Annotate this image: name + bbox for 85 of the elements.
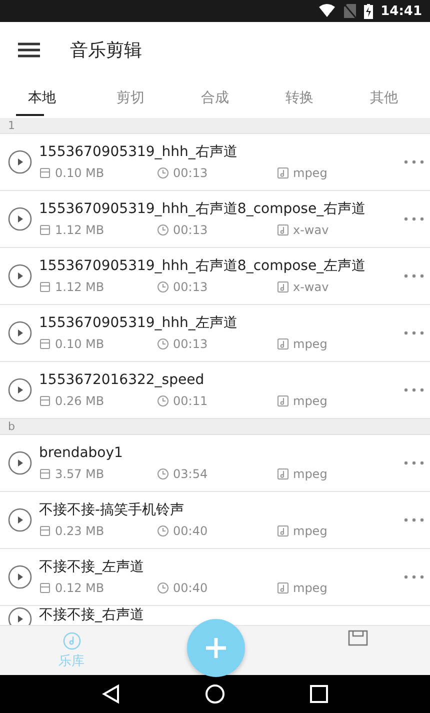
file-icon <box>39 166 51 179</box>
section-letter: 1 <box>8 119 15 132</box>
play-icon[interactable] <box>8 607 32 625</box>
clock-icon <box>157 524 169 537</box>
play-icon[interactable] <box>8 378 32 402</box>
file-format: mpeg <box>293 580 328 595</box>
file-icon <box>39 280 51 293</box>
file-name: 1553670905319_hhh_右声道 <box>39 144 238 161</box>
file-name: 不接不接_左声道 <box>39 559 145 576</box>
tab[interactable]: 转换 <box>257 78 342 118</box>
music-note-icon <box>277 280 289 293</box>
file-name: 1553670905319_hhh_左声道 <box>39 315 238 332</box>
wifi-icon <box>318 4 336 18</box>
file-duration: 00:13 <box>173 222 208 237</box>
file-format: x-wav <box>293 222 329 237</box>
file-size: 0.12 MB <box>55 580 104 595</box>
menu-icon[interactable] <box>18 42 40 58</box>
play-icon[interactable] <box>8 264 32 288</box>
music-note-icon <box>277 582 289 594</box>
file-name: 1553670905319_hhh_右声道8_compose_右声道 <box>39 201 367 218</box>
music-note-icon <box>277 394 289 407</box>
clock-icon <box>157 166 169 179</box>
music-note-icon <box>277 524 289 537</box>
file-format: mpeg <box>293 466 328 481</box>
file-duration: 00:13 <box>173 166 208 180</box>
file-duration: 00:13 <box>173 336 208 351</box>
clock-icon <box>157 582 169 594</box>
file-duration: 03:54 <box>173 466 208 481</box>
play-icon[interactable] <box>8 451 32 475</box>
play-icon[interactable] <box>8 565 32 589</box>
play-icon[interactable] <box>8 321 32 345</box>
clock-icon <box>157 338 169 350</box>
file-duration: 00:13 <box>173 280 208 294</box>
tab[interactable]: 剪切 <box>88 78 173 118</box>
clock-icon <box>157 468 169 480</box>
music-note-icon <box>277 468 289 480</box>
section-letter: b <box>8 420 15 433</box>
file-name: 1553670905319_hhh_右声道8_compose_左声道 <box>39 258 367 275</box>
home-icon[interactable] <box>204 684 225 704</box>
file-icon <box>39 224 51 236</box>
recents-icon[interactable] <box>310 685 328 703</box>
app-title: 音乐剪辑 <box>70 39 142 62</box>
play-icon[interactable] <box>8 508 32 532</box>
back-icon[interactable] <box>102 684 120 704</box>
file-format: mpeg <box>293 394 328 408</box>
battery-charging-icon <box>364 4 373 18</box>
music-disc-icon <box>62 632 81 650</box>
music-note-icon <box>277 166 289 179</box>
file-size: 0.23 MB <box>55 524 104 538</box>
file-duration: 00:11 <box>173 394 208 408</box>
status-time: 14:41 <box>380 4 422 18</box>
file-duration: 00:40 <box>173 580 208 595</box>
no-sim-icon <box>344 4 356 18</box>
clock-icon <box>157 394 169 407</box>
file-name: 不接不接-搞笑手机铃声 <box>39 502 186 519</box>
file-size: 0.10 MB <box>55 336 104 351</box>
file-duration: 00:40 <box>173 524 208 538</box>
file-name: 1553672016322_speed <box>39 372 206 389</box>
file-icon <box>39 468 51 480</box>
clock-icon <box>157 224 169 236</box>
file-size: 3.57 MB <box>55 466 104 481</box>
file-size: 0.10 MB <box>55 166 104 180</box>
file-size: 0.26 MB <box>55 394 104 408</box>
file-name: brendaboy1 <box>39 445 124 462</box>
file-format: x-wav <box>293 280 329 294</box>
file-format: mpeg <box>293 524 328 538</box>
file-size: 1.12 MB <box>55 222 104 237</box>
music-note-icon <box>277 338 289 350</box>
file-icon <box>39 524 51 537</box>
file-icon <box>39 394 51 407</box>
file-icon <box>39 582 51 594</box>
file-format: mpeg <box>293 166 328 180</box>
plus-icon <box>204 636 228 660</box>
file-name: 不接不接_右声道 <box>39 607 145 624</box>
tab[interactable]: 本地 <box>4 78 56 118</box>
music-note-icon <box>277 224 289 236</box>
play-icon[interactable] <box>8 207 32 231</box>
file-format: mpeg <box>293 336 328 351</box>
box-icon <box>348 630 368 646</box>
play-icon[interactable] <box>8 150 32 174</box>
tab[interactable]: 其他 <box>342 78 426 118</box>
tab[interactable]: 合成 <box>172 78 258 118</box>
file-icon <box>39 338 51 350</box>
clock-icon <box>157 280 169 293</box>
file-size: 1.12 MB <box>55 280 104 294</box>
